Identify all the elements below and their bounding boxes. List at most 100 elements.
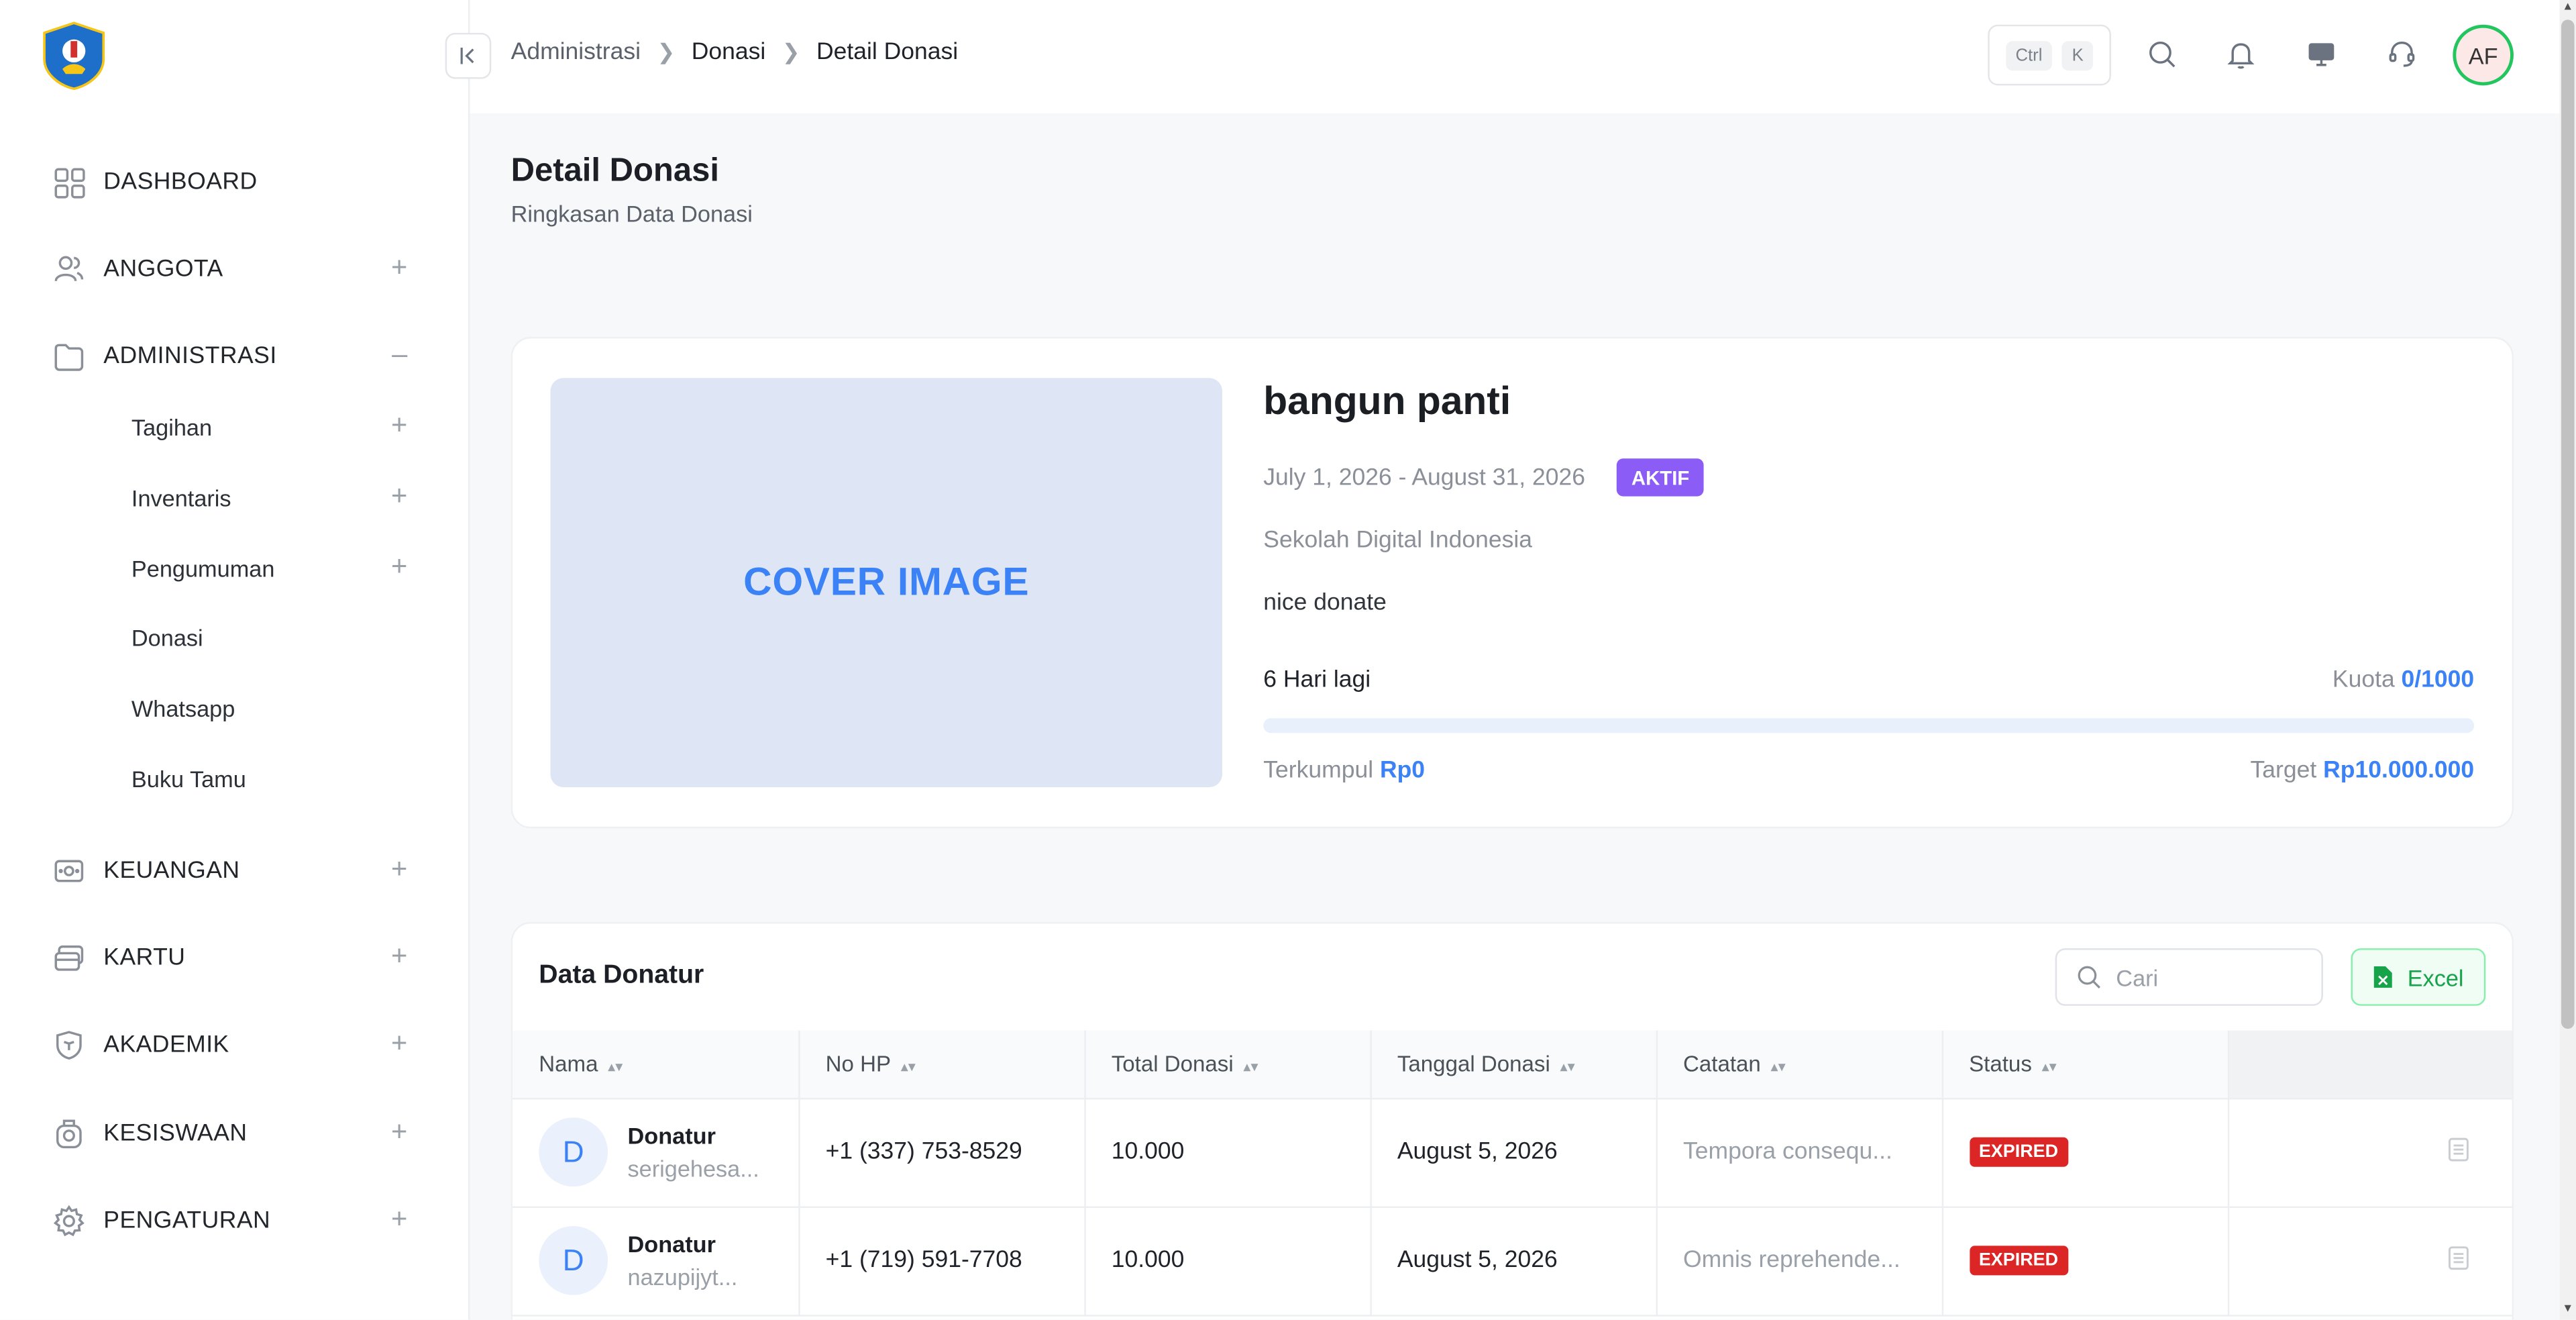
user-avatar[interactable]: AF xyxy=(2453,24,2514,86)
sidebar-item-label: AKADEMIK xyxy=(103,1031,229,1059)
breadcrumb: Administrasi ❯ Donasi ❯ Detail Donasi xyxy=(511,40,959,66)
days-remaining: 6 Hari lagi xyxy=(1263,667,1371,694)
sort-icon[interactable]: ▴▾ xyxy=(1243,1058,1258,1074)
sidebar-item-kartu[interactable]: KARTU + xyxy=(52,933,430,982)
quota: Kuota 0/1000 xyxy=(2332,667,2475,694)
sidebar-item-keuangan[interactable]: KEUANGAN + xyxy=(52,846,430,895)
donor-name: Donatur xyxy=(627,1231,716,1258)
column-header-tanggal-donasi[interactable]: Tanggal Donasi ▴▾ xyxy=(1370,1030,1657,1099)
export-excel-button[interactable]: Excel xyxy=(2351,948,2486,1006)
status-badge-expired: EXPIRED xyxy=(1969,1137,2068,1167)
scroll-down-arrow-icon[interactable]: ▼ xyxy=(2561,1303,2575,1317)
donor-total: 10.000 xyxy=(1084,1097,1371,1207)
sidebar-collapse-button[interactable] xyxy=(445,32,492,79)
sidebar-subitem-pengumuman[interactable]: Pengumuman + xyxy=(131,548,427,591)
donor-avatar: D xyxy=(539,1225,608,1295)
expand-plus-icon[interactable]: + xyxy=(391,480,407,513)
document-detail-icon[interactable] xyxy=(2448,1245,2469,1270)
column-header-nama[interactable]: Nama ▴▾ xyxy=(513,1030,800,1099)
status-badge-active: AKTIF xyxy=(1616,458,1705,497)
folder-icon xyxy=(52,340,85,373)
sidebar-item-label: KARTU xyxy=(103,945,186,972)
breadcrumb-administrasi[interactable]: Administrasi xyxy=(511,40,641,66)
sidebar-item-kesiswaan[interactable]: KESISWAAN + xyxy=(52,1109,430,1158)
collapse-minus-icon[interactable]: – xyxy=(392,338,407,371)
breadcrumb-donasi[interactable]: Donasi xyxy=(692,40,766,66)
sort-icon[interactable]: ▴▾ xyxy=(2042,1058,2057,1074)
column-header-total-donasi[interactable]: Total Donasi ▴▾ xyxy=(1084,1030,1371,1099)
sidebar-subitem-tagihan[interactable]: Tagihan + xyxy=(131,406,427,449)
sidebar-subitem-whatsapp[interactable]: Whatsapp xyxy=(131,687,427,730)
student-icon xyxy=(52,1117,85,1150)
expand-plus-icon[interactable]: + xyxy=(391,1203,407,1236)
sidebar-subitem-buku-tamu[interactable]: Buku Tamu xyxy=(131,758,427,801)
search-icon xyxy=(2078,966,2100,988)
grid-icon xyxy=(52,166,85,199)
donor-email: nazupijyt... xyxy=(627,1264,738,1290)
school-logo[interactable] xyxy=(38,19,110,92)
column-header-actions xyxy=(2227,1030,2512,1099)
sidebar-item-label: KEUANGAN xyxy=(103,858,240,884)
shield-book-icon xyxy=(52,1029,85,1062)
gear-icon xyxy=(52,1205,85,1237)
monitor-icon[interactable] xyxy=(2303,36,2339,72)
expand-plus-icon[interactable]: + xyxy=(391,853,407,886)
donor-date: August 5, 2026 xyxy=(1370,1097,1657,1207)
sort-icon[interactable]: ▴▾ xyxy=(1771,1058,1786,1074)
expand-plus-icon[interactable]: + xyxy=(391,550,407,583)
sort-icon[interactable]: ▴▾ xyxy=(1560,1058,1575,1074)
donor-name: Donatur xyxy=(627,1122,716,1149)
donation-title: bangun panti xyxy=(1263,379,1511,424)
sidebar-item-pengaturan[interactable]: PENGATURAN + xyxy=(52,1197,430,1246)
scroll-up-arrow-icon[interactable]: ▲ xyxy=(2561,1,2575,15)
sidebar-item-label: PENGATURAN xyxy=(103,1208,271,1235)
expand-plus-icon[interactable]: + xyxy=(391,252,407,285)
chevron-right-icon: ❯ xyxy=(782,39,800,64)
sidebar-item-anggota[interactable]: ANGGOTA + xyxy=(52,245,430,294)
search-placeholder: Cari xyxy=(2116,964,2159,991)
page-title: Detail Donasi xyxy=(511,152,719,189)
expand-plus-icon[interactable]: + xyxy=(391,940,407,973)
page-scrollbar[interactable]: ▲ ▼ xyxy=(2559,0,2576,1320)
support-headset-icon[interactable] xyxy=(2383,36,2420,72)
excel-file-icon xyxy=(2374,966,2393,988)
breadcrumb-detail-donasi: Detail Donasi xyxy=(816,39,959,66)
column-header-status[interactable]: Status ▴▾ xyxy=(1941,1030,2229,1099)
status-badge-expired: EXPIRED xyxy=(1969,1246,2068,1276)
target-amount: Target Rp10.000.000 xyxy=(2250,757,2475,784)
sort-icon[interactable]: ▴▾ xyxy=(901,1058,916,1074)
collected-amount: Terkumpul Rp0 xyxy=(1263,757,1426,784)
sidebar-item-label: DASHBOARD xyxy=(103,169,258,196)
document-detail-icon[interactable] xyxy=(2448,1136,2469,1161)
sidebar-subitem-donasi[interactable]: Donasi xyxy=(131,616,427,659)
column-header-no-hp[interactable]: No HP ▴▾ xyxy=(798,1030,1085,1099)
bell-icon[interactable] xyxy=(2222,36,2259,72)
sidebar-item-label: ADMINISTRASI xyxy=(103,343,277,370)
chevron-right-icon: ❯ xyxy=(657,39,676,64)
sidebar-item-label: ANGGOTA xyxy=(103,256,223,283)
donor-email: serigehesa... xyxy=(627,1155,759,1182)
collapse-left-icon xyxy=(460,48,474,64)
sort-icon[interactable]: ▴▾ xyxy=(608,1058,623,1074)
expand-plus-icon[interactable]: + xyxy=(391,1027,407,1060)
users-icon xyxy=(52,253,85,286)
donation-description: nice donate xyxy=(1263,590,1387,617)
donation-progress-bar xyxy=(1263,718,2475,733)
expand-plus-icon[interactable]: + xyxy=(391,1116,407,1149)
donor-note: Omnis reprehende... xyxy=(1656,1206,1943,1316)
k-key: K xyxy=(2061,40,2094,70)
donor-search-input[interactable]: Cari xyxy=(2055,948,2323,1006)
search-icon[interactable] xyxy=(2144,36,2180,72)
collected-value: Rp0 xyxy=(1379,757,1426,784)
donation-organization: Sekolah Digital Indonesia xyxy=(1263,527,1533,554)
expand-plus-icon[interactable]: + xyxy=(391,409,407,442)
column-header-catatan[interactable]: Catatan ▴▾ xyxy=(1656,1030,1943,1099)
command-palette-button[interactable]: Ctrl K xyxy=(1988,24,2111,86)
table-header-row: Nama ▴▾ No HP ▴▾ Total Donasi ▴▾ Tanggal Do… xyxy=(513,1030,2512,1099)
sidebar-subitem-inventaris[interactable]: Inventaris + xyxy=(131,476,427,519)
donor-section-title: Data Donatur xyxy=(539,961,704,990)
scrollbar-thumb[interactable] xyxy=(2561,19,2575,1029)
sidebar-item-dashboard[interactable]: DASHBOARD xyxy=(52,158,430,207)
sidebar-item-administrasi[interactable]: ADMINISTRASI – xyxy=(52,332,430,381)
sidebar-item-akademik[interactable]: AKADEMIK + xyxy=(52,1021,430,1070)
